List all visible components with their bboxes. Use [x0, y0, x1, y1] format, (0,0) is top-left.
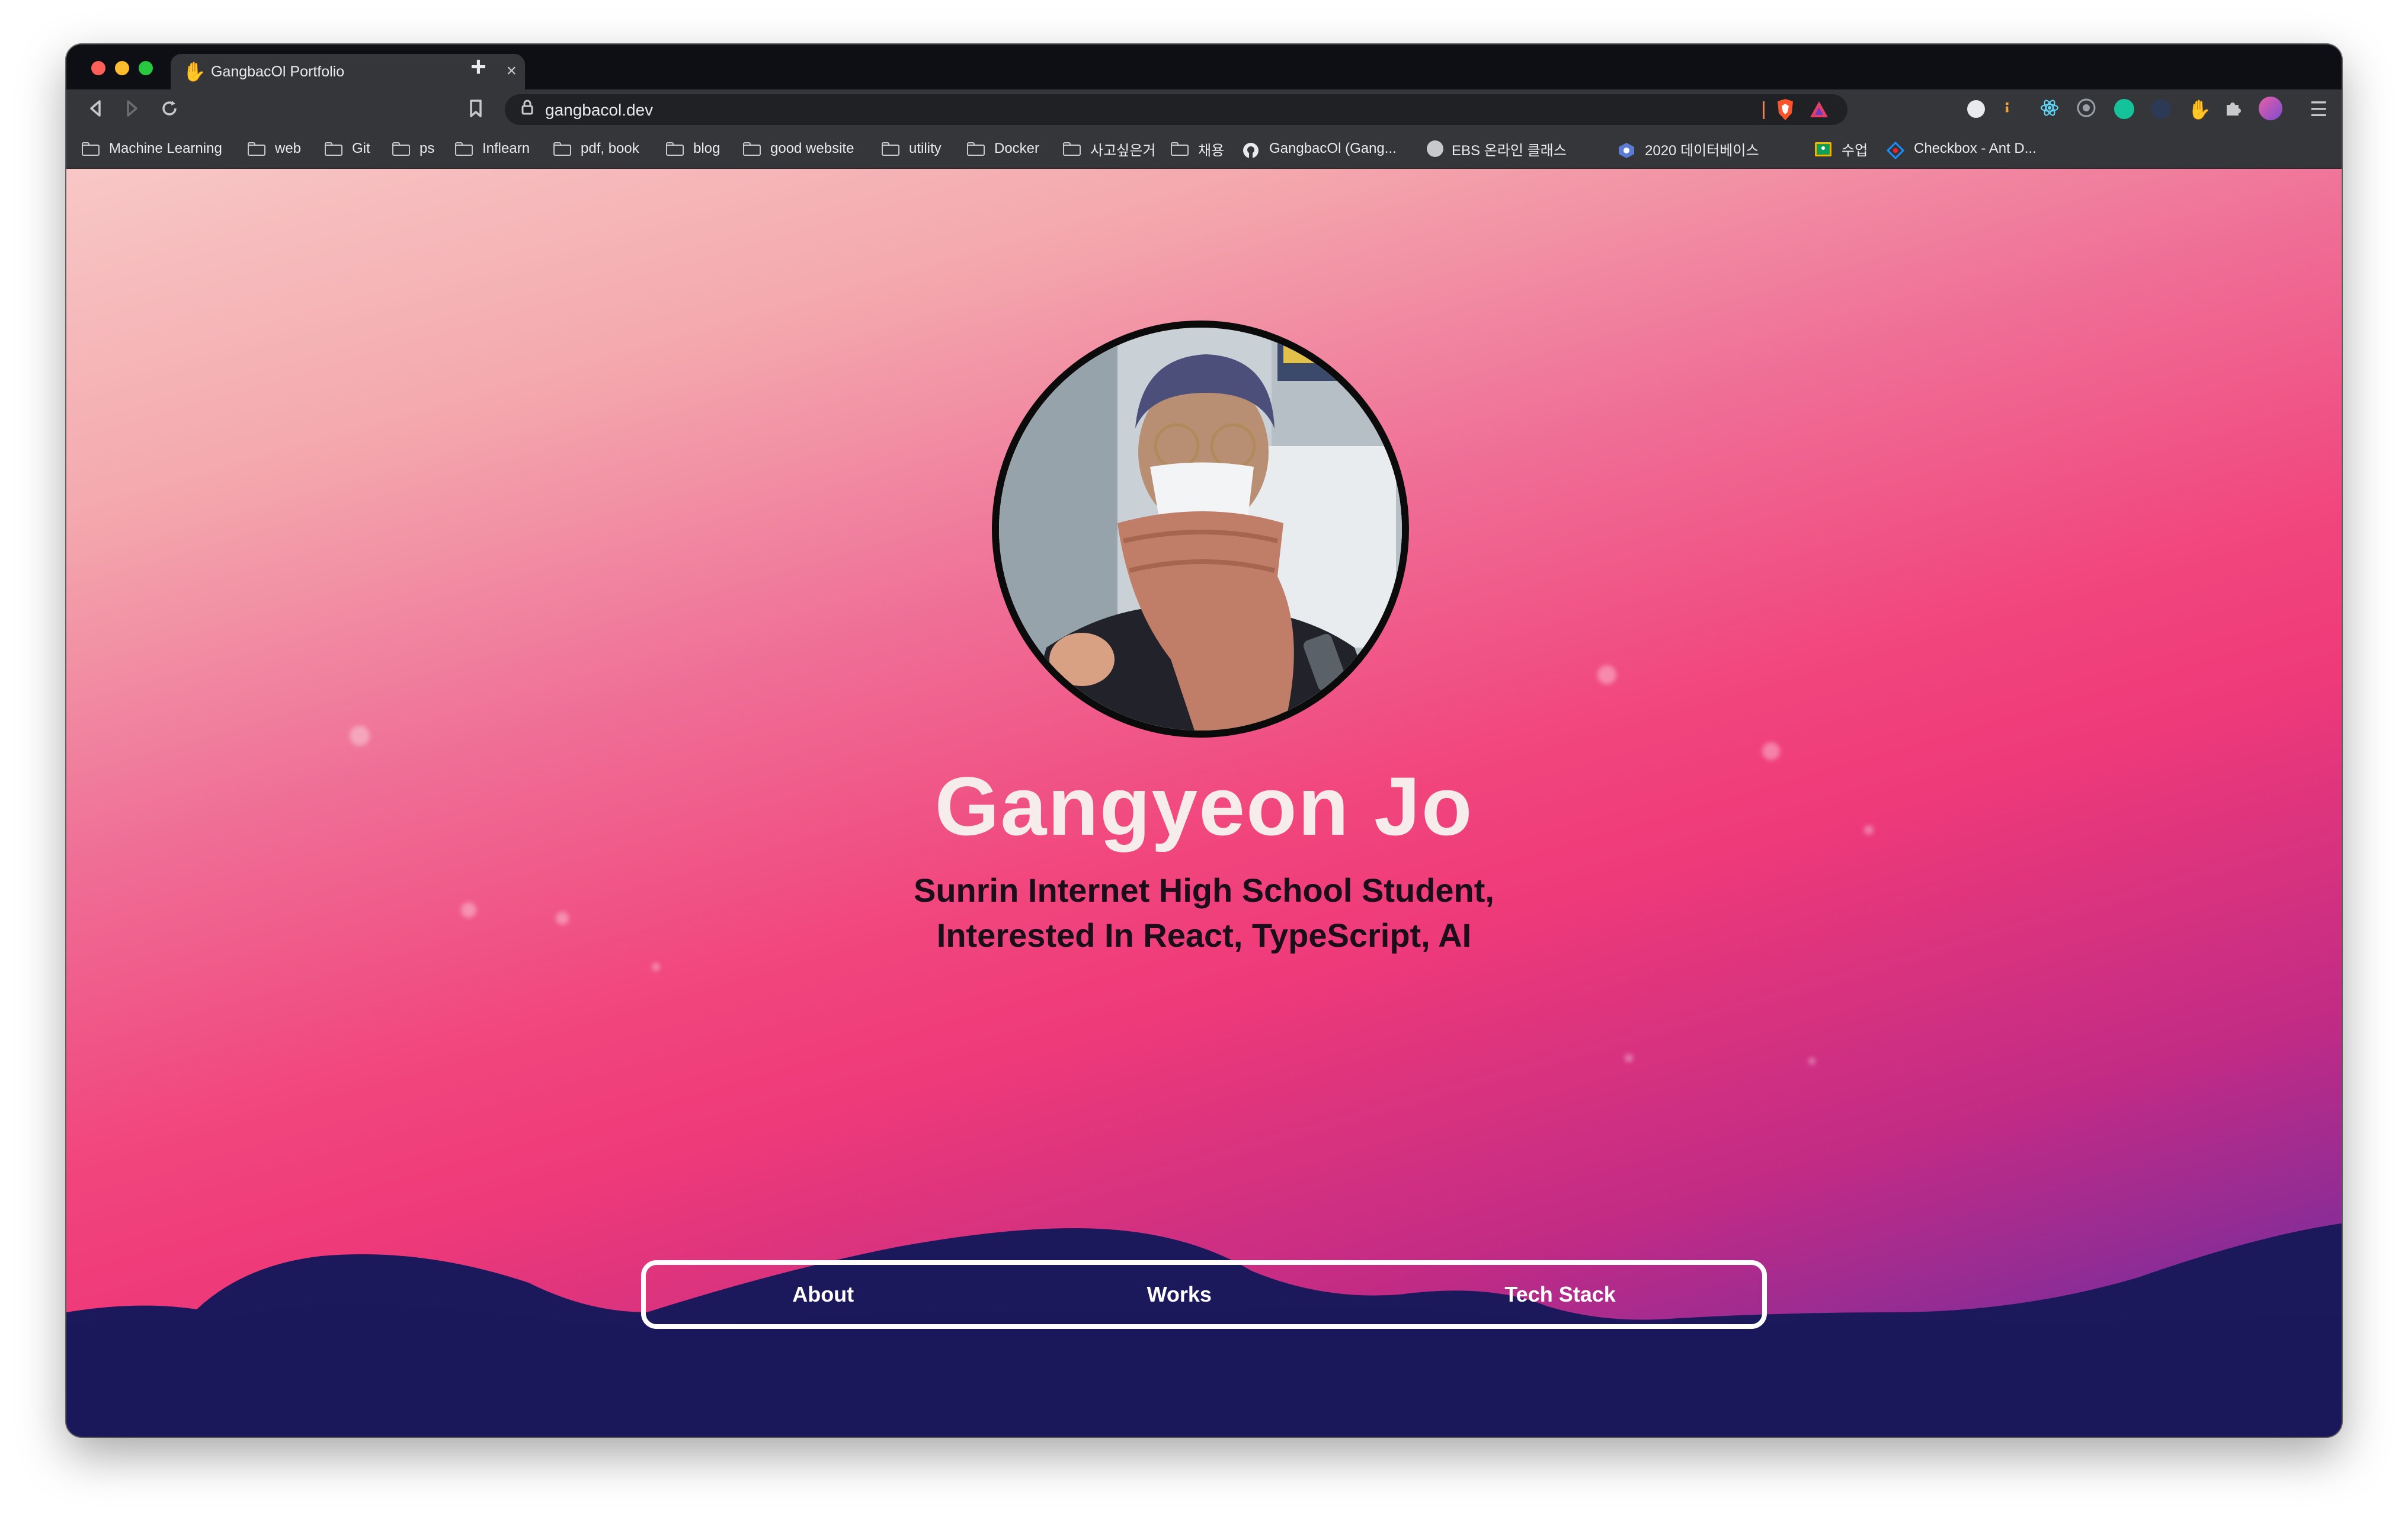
- sparkle: [1808, 1058, 1815, 1065]
- bookmark-ebs[interactable]: EBS 온라인 클래스: [1427, 138, 1567, 159]
- folder-icon: [1063, 142, 1082, 156]
- address-bar[interactable]: gangbacol.dev: [505, 94, 1847, 125]
- toolbar: gangbacol.dev ꜟ ✋ ☰: [66, 89, 2342, 130]
- bookmark-label: 채용: [1198, 142, 1225, 159]
- sparkle: [1625, 1054, 1633, 1062]
- bookmark-wishlist[interactable]: 사고싶은거: [1063, 138, 1155, 159]
- folder-icon: [325, 142, 344, 156]
- bookmark-label: Checkbox - Ant D...: [1914, 140, 2036, 156]
- bookmark-docker[interactable]: Docker: [967, 138, 1039, 159]
- menu-icon[interactable]: ☰: [2310, 98, 2327, 121]
- classroom-icon: [1814, 142, 1833, 156]
- sparkle: [1762, 742, 1780, 760]
- profile-name: Gangyeon Jo: [934, 760, 1474, 853]
- bookmark-git[interactable]: Git: [325, 138, 370, 159]
- bookmark-label: 사고싶은거: [1090, 142, 1156, 159]
- close-window-button[interactable]: [91, 61, 105, 75]
- minimize-window-button[interactable]: [115, 61, 129, 75]
- ant-design-icon: [1886, 141, 1906, 160]
- folder-icon: [882, 142, 901, 156]
- bookmark-label: 수업: [1842, 142, 1868, 159]
- sparkle: [652, 963, 660, 971]
- bookmark-ps[interactable]: ps: [392, 138, 434, 159]
- bookmark-ant-design[interactable]: Checkbox - Ant D...: [1886, 138, 2036, 160]
- nav-tech-stack[interactable]: Tech Stack: [1490, 1276, 1629, 1313]
- brave-shields-icon[interactable]: [1775, 98, 1795, 121]
- bookmark-label: Docker: [994, 140, 1040, 156]
- lock-icon: [521, 99, 533, 121]
- reload-icon[interactable]: [159, 98, 180, 124]
- target-extension-icon[interactable]: [2076, 98, 2096, 123]
- puzzle-icon[interactable]: [2223, 98, 2243, 123]
- bookmark-label: GangbacOl (Gang...: [1269, 140, 1397, 156]
- folder-icon: [1171, 142, 1190, 156]
- bookmark-label: ps: [420, 140, 435, 156]
- folder-icon: [666, 142, 685, 156]
- bookmark-pdf-book[interactable]: pdf, book: [553, 138, 639, 159]
- section-nav: About Works Tech Stack: [641, 1260, 1767, 1329]
- back-icon[interactable]: [87, 98, 104, 124]
- bookmark-label: Git: [352, 140, 370, 156]
- globe-icon: [1427, 140, 1443, 157]
- new-tab-button[interactable]: +: [470, 53, 486, 80]
- close-icon[interactable]: ×: [506, 61, 517, 81]
- url-text[interactable]: gangbacol.dev: [545, 100, 653, 120]
- tab-strip: ✋ GangbacOl Portfolio × +: [66, 44, 2342, 89]
- bookmark-icon[interactable]: [468, 98, 483, 124]
- grammarly-icon[interactable]: [2114, 99, 2134, 119]
- github-icon: [1242, 142, 1261, 158]
- dark-mode-extension-icon[interactable]: [1967, 100, 1985, 118]
- sparkle: [1597, 665, 1616, 684]
- react-devtools-icon[interactable]: [2039, 98, 2060, 123]
- bookmark-label: Inflearn: [482, 140, 530, 156]
- bookmark-label: 2020 데이터베이스: [1645, 142, 1759, 159]
- bookmark-label: web: [275, 140, 302, 156]
- bookmark-label: utility: [909, 140, 942, 156]
- bookmark-label: blog: [693, 140, 721, 156]
- bookmarks-bar: Machine Learning web Git ps Inflearn pdf…: [66, 130, 2342, 169]
- folder-icon: [967, 142, 986, 156]
- sparkle: [350, 726, 370, 746]
- folder-icon: [553, 142, 572, 156]
- bookmark-inflearn[interactable]: Inflearn: [455, 138, 530, 159]
- bookmark-label: Machine Learning: [109, 140, 222, 156]
- extension-icon-dark[interactable]: [2151, 99, 2171, 119]
- browser-window: ✋ GangbacOl Portfolio × + gangbacol.dev: [66, 44, 2342, 1437]
- folder-icon: [248, 142, 267, 156]
- class-icon: [1618, 142, 1637, 158]
- maximize-window-button[interactable]: [139, 61, 153, 75]
- bookmark-label: pdf, book: [581, 140, 639, 156]
- profile-avatar: [992, 321, 1409, 738]
- bookmark-class[interactable]: 수업: [1814, 138, 1868, 159]
- profile-avatar-icon[interactable]: [2259, 97, 2282, 120]
- tab-title: GangbacOl Portfolio: [211, 63, 345, 80]
- brave-rewards-icon[interactable]: [1808, 99, 1830, 120]
- translate-extension-icon[interactable]: ꜟ: [2004, 98, 2010, 121]
- bookmark-label: EBS 온라인 클래스: [1452, 142, 1567, 159]
- hand-extension-icon[interactable]: ✋: [2188, 98, 2211, 121]
- forward-icon[interactable]: [123, 98, 141, 124]
- bookmark-label: good website: [770, 140, 854, 156]
- bookmark-github[interactable]: GangbacOl (Gang...: [1242, 138, 1397, 159]
- bookmark-good-website[interactable]: good website: [743, 138, 854, 159]
- bookmark-utility[interactable]: utility: [882, 138, 942, 159]
- bookmark-blog[interactable]: blog: [666, 138, 720, 159]
- nav-works[interactable]: Works: [1133, 1276, 1226, 1313]
- bookmark-hiring[interactable]: 채용: [1171, 138, 1224, 159]
- bio-line-school: Sunrin Internet High School Student,: [914, 872, 1494, 909]
- bookmark-machine-learning[interactable]: Machine Learning: [82, 138, 222, 159]
- bookmark-web[interactable]: web: [248, 138, 301, 159]
- portfolio-page: Gangyeon Jo Sunrin Internet High School …: [66, 169, 2342, 1437]
- address-bar-divider: [1763, 101, 1765, 119]
- profile-bio: Sunrin Internet High School Student, Int…: [66, 868, 2342, 958]
- waving-hand-icon: ✋: [182, 61, 206, 82]
- folder-icon: [392, 142, 411, 156]
- folder-icon: [743, 142, 762, 156]
- profile-photo: [999, 328, 1402, 731]
- nav-about[interactable]: About: [778, 1276, 868, 1313]
- bio-line-interests: Interested In React, TypeScript, AI: [936, 917, 1472, 954]
- folder-icon: [82, 142, 101, 156]
- folder-icon: [455, 142, 474, 156]
- bookmark-database-2020[interactable]: 2020 데이터베이스: [1618, 138, 1759, 159]
